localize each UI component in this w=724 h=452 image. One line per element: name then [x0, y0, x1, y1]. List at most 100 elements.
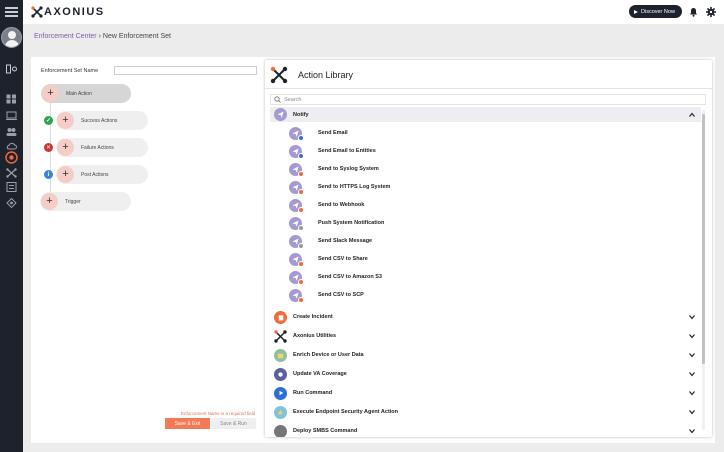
menu-icon[interactable]: [5, 7, 18, 17]
action-badge-icon: [298, 152, 304, 159]
breadcrumb-root[interactable]: Enforcement Center: [34, 33, 97, 40]
bell-icon[interactable]: [689, 7, 698, 17]
category-run-command[interactable]: Run Command: [270, 384, 701, 402]
instances-icon[interactable]: [6, 198, 17, 208]
action-library-header: Action Library: [265, 60, 712, 89]
notify-action-item[interactable]: Send Slack Message: [270, 232, 701, 250]
notify-action-label: Send CSV to Amazon S3: [318, 274, 382, 280]
logout-icon[interactable]: [6, 64, 17, 74]
category-update-va-coverage[interactable]: Update VA Coverage: [270, 365, 701, 383]
breadcrumb-separator: ›: [98, 33, 101, 40]
category-endpoint-security[interactable]: Execute Endpoint Security Agent Action: [270, 403, 701, 421]
notify-action-item[interactable]: Send CSV to Share: [270, 250, 701, 268]
notify-action-item[interactable]: Send Email: [270, 124, 701, 142]
action-badge-icon: [298, 224, 304, 231]
gear-icon[interactable]: [706, 7, 716, 17]
paper-plane-icon: [289, 162, 304, 177]
chevron-down-icon[interactable]: [689, 314, 695, 320]
discover-now-label: Discover Now: [641, 8, 675, 15]
paper-plane-icon: [289, 180, 304, 195]
notify-action-item[interactable]: Send to HTTPS Log System: [270, 178, 701, 196]
devices-icon[interactable]: [6, 111, 17, 121]
paper-plane-icon: [289, 126, 304, 141]
paper-plane-icon: [289, 270, 304, 285]
reports-icon[interactable]: [6, 182, 17, 192]
category-label: Notify: [293, 111, 309, 118]
scrollbar[interactable]: [702, 110, 705, 430]
avatar[interactable]: [1, 27, 22, 48]
clipboard-icon: [274, 310, 287, 324]
notify-action-item[interactable]: Send CSV to Amazon S3: [270, 268, 701, 286]
category-label: Enrich Device or User Data: [293, 352, 364, 358]
users-icon[interactable]: [6, 127, 17, 137]
category-deploy-smb[interactable]: Deploy SMBS Command: [270, 422, 701, 437]
paper-plane-icon: [289, 252, 304, 267]
action-badge-icon: [298, 260, 304, 267]
category-label: Deploy SMBS Command: [293, 428, 358, 434]
search-icon: [274, 96, 281, 103]
success-actions-node[interactable]: + Success Actions: [56, 111, 148, 130]
chevron-down-icon[interactable]: [689, 333, 695, 339]
action-badge-icon: [298, 296, 304, 303]
notify-action-item[interactable]: Send CSV to SCP: [270, 286, 701, 304]
search-box[interactable]: [270, 94, 706, 105]
chevron-down-icon[interactable]: [689, 352, 695, 358]
chevron-down-icon[interactable]: [689, 409, 695, 415]
paper-plane-icon: [289, 288, 304, 303]
action-badge-icon: [298, 188, 304, 195]
search-input[interactable]: [284, 96, 684, 103]
save-run-button[interactable]: Save & Run: [211, 418, 256, 429]
notify-action-label: Send Slack Message: [318, 238, 373, 244]
va-coverage-icon: [274, 367, 287, 381]
category-notify[interactable]: Notify: [270, 107, 701, 122]
axonius-icon: [274, 329, 287, 343]
enforcement-canvas: Enforcement Set Name + Main Action ✓ + S…: [31, 57, 715, 443]
scrollbar-thumb[interactable]: [702, 114, 705, 364]
play-icon: [274, 386, 287, 400]
notify-action-label: Send to Webhook: [318, 202, 365, 208]
trigger-node[interactable]: + Trigger: [40, 192, 131, 211]
axonius-icon: [270, 66, 288, 84]
notify-action-item[interactable]: Send Email to Entities: [270, 142, 701, 160]
category-axonius-utilities[interactable]: Axonius Utilities: [270, 327, 701, 345]
top-bar: AXONIUS Discover Now: [23, 0, 724, 24]
category-label: Run Command: [293, 390, 333, 396]
enforcement-icon[interactable]: [5, 151, 18, 164]
paper-plane-icon: [289, 234, 304, 249]
adapters-icon[interactable]: [6, 168, 17, 178]
success-check-icon: ✓: [44, 116, 53, 125]
main-action-label: Main Action: [66, 90, 92, 97]
axonius-logo-icon: [31, 6, 43, 18]
chevron-up-icon[interactable]: [689, 112, 695, 118]
plus-icon: +: [57, 112, 74, 129]
trigger-label: Trigger: [65, 198, 81, 205]
notify-action-label: Send CSV to SCP: [318, 292, 364, 298]
error-message: Enforcement Name is a required field: [181, 411, 256, 416]
main-action-node[interactable]: + Main Action: [41, 84, 131, 103]
plus-icon: +: [41, 193, 58, 210]
notify-action-item[interactable]: Send to Syslog System: [270, 160, 701, 178]
action-badge-icon: [298, 242, 304, 249]
axonius-logo[interactable]: AXONIUS: [31, 5, 105, 19]
action-badge-icon: [298, 134, 304, 141]
cloud-icon[interactable]: [6, 141, 17, 151]
category-enrich-data[interactable]: Enrich Device or User Data: [270, 346, 701, 364]
failure-actions-node[interactable]: + Failure Actions: [56, 138, 148, 157]
dashboard-icon[interactable]: [6, 94, 17, 104]
set-name-input[interactable]: [114, 66, 257, 75]
discover-now-button[interactable]: Discover Now: [629, 5, 682, 18]
paper-plane-icon: [289, 216, 304, 231]
notify-action-item[interactable]: Push System Notification: [270, 214, 701, 232]
chevron-down-icon[interactable]: [689, 390, 695, 396]
post-info-icon: i: [44, 170, 53, 179]
notify-action-item[interactable]: Send to Webhook: [270, 196, 701, 214]
category-label: Axonius Utilities: [293, 333, 337, 339]
category-create-incident[interactable]: Create Incident: [270, 308, 701, 326]
plus-icon: +: [57, 166, 74, 183]
category-label: Update VA Coverage: [293, 371, 347, 377]
post-actions-node[interactable]: + Post Actions: [56, 165, 148, 184]
chevron-down-icon[interactable]: [689, 371, 695, 377]
save-exit-button[interactable]: Save & Exit: [165, 418, 210, 429]
success-actions-label: Success Actions: [81, 117, 118, 124]
chevron-down-icon[interactable]: [689, 428, 695, 434]
